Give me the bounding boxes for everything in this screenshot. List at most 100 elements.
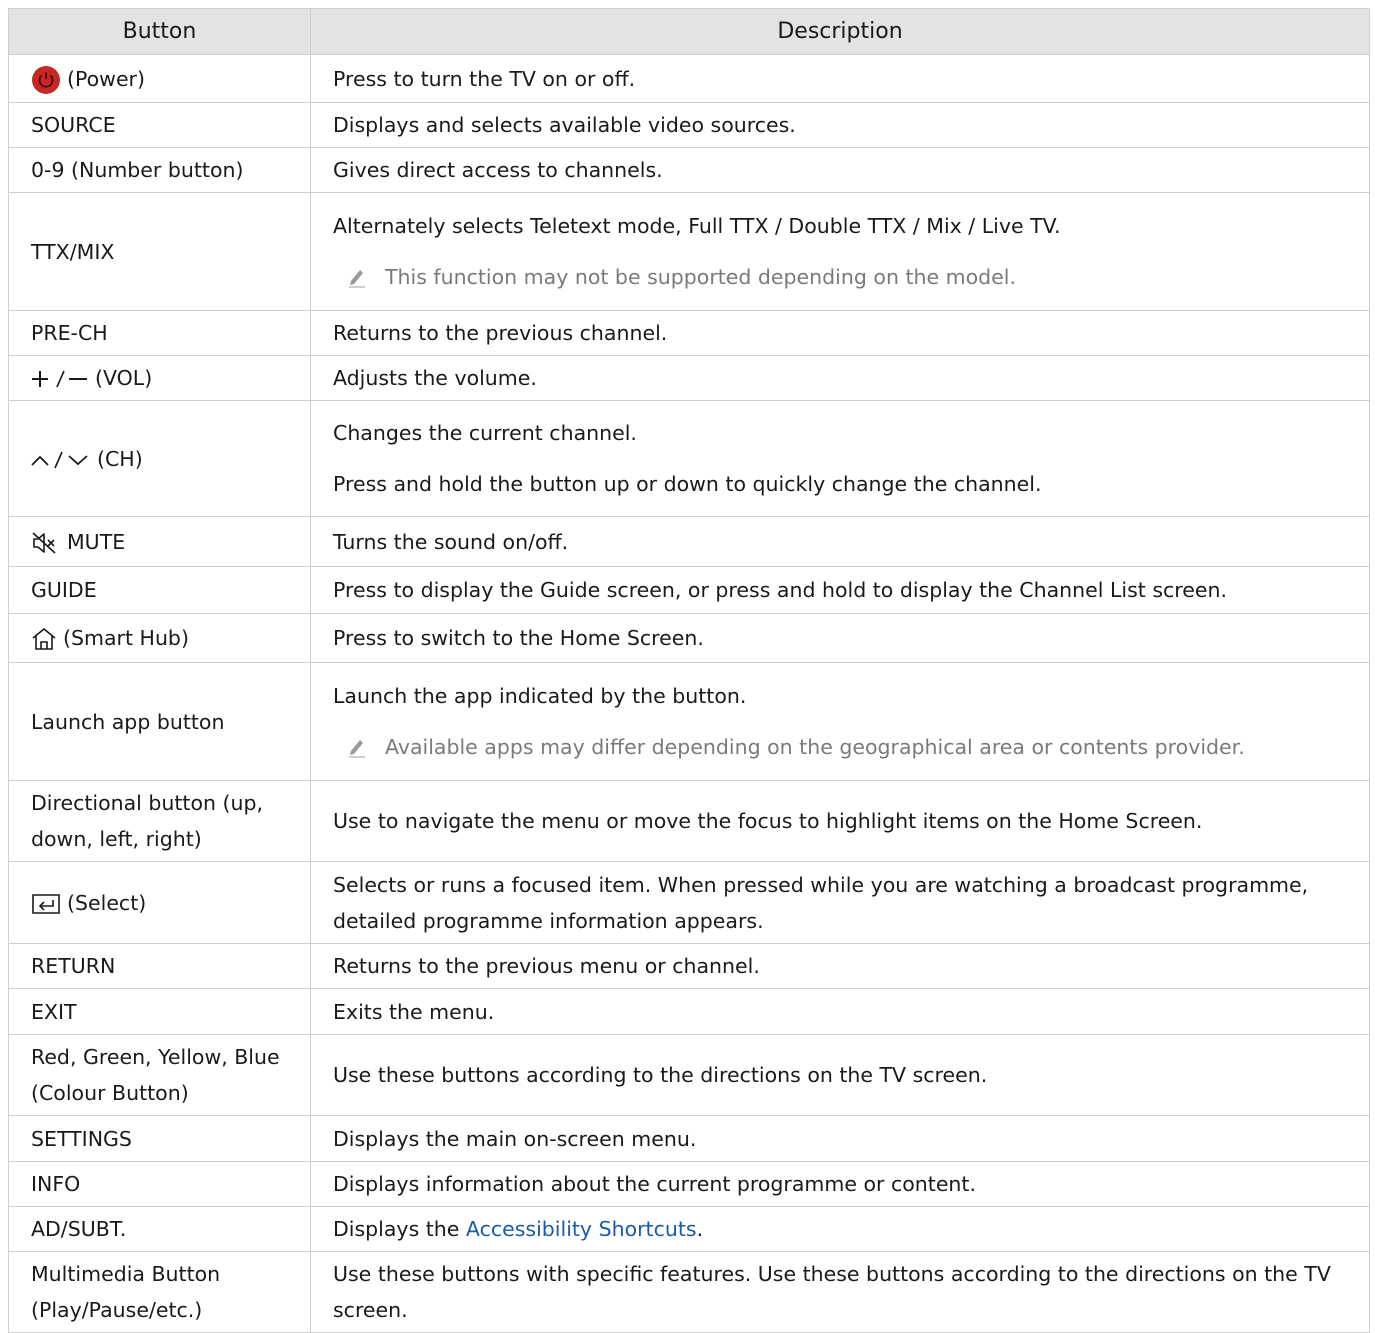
description-text: Gives direct access to channels.	[333, 158, 663, 182]
table-row: EXIT Exits the menu.	[8, 988, 1370, 1035]
button-cell: PRE-CH	[8, 310, 311, 356]
power-icon	[32, 65, 60, 94]
description-text: Press to turn the TV on or off.	[333, 66, 636, 91]
button-label: (VOL)	[95, 366, 153, 390]
description-cell: Alternately selects Teletext mode, Full …	[310, 192, 1370, 311]
description-cell: Adjusts the volume.	[310, 355, 1370, 401]
button-label: Multimedia Button (Play/Pause/etc.)	[31, 1262, 221, 1322]
description-cell: Gives direct access to channels.	[310, 147, 1370, 193]
description-cell: Selects or runs a focused item. When pre…	[310, 861, 1370, 944]
button-cell: (VOL)	[8, 355, 311, 401]
button-label: TTX/MIX	[31, 239, 115, 264]
description-text: Exits the menu.	[333, 999, 495, 1024]
description-text: Use these buttons according to the direc…	[333, 1063, 988, 1087]
button-label: INFO	[31, 1172, 81, 1196]
table-row: (CH) Changes the current channel. Press …	[8, 400, 1370, 517]
table-header-row: Button Description	[8, 8, 1370, 55]
description-prefix: Displays the	[333, 1217, 466, 1241]
table-row: PRE-CH Returns to the previous channel.	[8, 310, 1370, 356]
mute-icon	[32, 531, 56, 554]
button-cell: RETURN	[8, 943, 311, 989]
description-text: Selects or runs a focused item. When pre…	[333, 872, 1309, 933]
button-label: SOURCE	[31, 113, 116, 137]
table-row: SETTINGS Displays the main on-screen men…	[8, 1115, 1370, 1162]
button-label: Launch app button	[31, 709, 225, 734]
button-cell: (CH)	[8, 400, 311, 517]
table-row: GUIDE Press to display the Guide screen,…	[8, 566, 1370, 614]
button-cell: (Select)	[8, 861, 311, 944]
table-row: (VOL) Adjusts the volume.	[8, 355, 1370, 401]
button-cell: AD/SUBT.	[8, 1206, 311, 1252]
pencil-note-icon	[349, 270, 365, 288]
description-cell: Press to switch to the Home Screen.	[310, 613, 1370, 663]
button-label: Directional button (up, down, left, righ…	[31, 791, 264, 851]
button-cell: Red, Green, Yellow, Blue (Colour Button)	[8, 1034, 311, 1116]
description-cell: Press to turn the TV on or off.	[310, 54, 1370, 103]
button-label: (Power)	[67, 66, 145, 91]
description-text: Use to navigate the menu or move the foc…	[333, 809, 1203, 833]
description-text: Displays the main on-screen menu.	[333, 1126, 697, 1151]
button-label: AD/SUBT.	[31, 1217, 127, 1241]
description-text: Alternately selects Teletext mode, Full …	[333, 214, 1061, 238]
description-cell: Displays the main on-screen menu.	[310, 1115, 1370, 1162]
button-cell: Launch app button	[8, 662, 311, 781]
button-cell: GUIDE	[8, 566, 311, 614]
description-cell: Exits the menu.	[310, 988, 1370, 1035]
table-row: Multimedia Button (Play/Pause/etc.) Use …	[8, 1251, 1370, 1333]
accessibility-shortcuts-link[interactable]: Accessibility Shortcuts	[466, 1217, 697, 1241]
description-cell: Displays the Accessibility Shortcuts.	[310, 1206, 1370, 1252]
pencil-note-icon	[349, 740, 365, 758]
description-text: Press to display the Guide screen, or pr…	[333, 578, 1227, 602]
button-cell: EXIT	[8, 988, 311, 1035]
table-row: Launch app button Launch the app indicat…	[8, 662, 1370, 781]
description-cell: Returns to the previous channel.	[310, 310, 1370, 356]
button-cell: (Smart Hub)	[8, 613, 311, 663]
button-label: GUIDE	[31, 578, 97, 602]
home-icon	[32, 628, 56, 650]
description-text: Returns to the previous menu or channel.	[333, 954, 760, 978]
table-row: RETURN Returns to the previous menu or c…	[8, 943, 1370, 989]
description-cell: Displays information about the current p…	[310, 1161, 1370, 1207]
description-cell: Use these buttons according to the direc…	[310, 1034, 1370, 1116]
button-cell: TTX/MIX	[8, 192, 311, 311]
button-label: RETURN	[31, 954, 116, 978]
button-cell: Multimedia Button (Play/Pause/etc.)	[8, 1251, 311, 1333]
description-text: Adjusts the volume.	[333, 366, 537, 390]
plus-minus-icon	[32, 370, 87, 388]
button-cell: Directional button (up, down, left, righ…	[8, 780, 311, 862]
description-text: Returns to the previous channel.	[333, 321, 668, 345]
table-row: TTX/MIX Alternately selects Teletext mod…	[8, 192, 1370, 311]
description-text: Press to switch to the Home Screen.	[333, 626, 704, 650]
description-text: Press and hold the button up or down to …	[333, 472, 1042, 496]
description-cell: Use these buttons with specific features…	[310, 1251, 1370, 1333]
description-text: Use these buttons with specific features…	[333, 1262, 1331, 1322]
description-cell: Turns the sound on/off.	[310, 516, 1370, 567]
description-text: Displays the Accessibility Shortcuts.	[333, 1211, 1347, 1247]
description-suffix: .	[696, 1217, 704, 1241]
table-row: (Smart Hub) Press to switch to the Home …	[8, 613, 1370, 663]
button-label: PRE-CH	[31, 321, 108, 345]
description-text: Turns the sound on/off.	[333, 529, 569, 554]
table-row: AD/SUBT. Displays the Accessibility Shor…	[8, 1206, 1370, 1252]
button-cell: 0-9 (Number button)	[8, 147, 311, 193]
button-cell: MUTE	[8, 516, 311, 567]
button-label: Red, Green, Yellow, Blue (Colour Button)	[31, 1045, 280, 1105]
note: This function may not be supported depen…	[333, 259, 1347, 295]
description-cell: Returns to the previous menu or channel.	[310, 943, 1370, 989]
select-icon	[32, 893, 60, 914]
description-text: Launch the app indicated by the button.	[333, 684, 747, 708]
table-row: 0-9 (Number button) Gives direct access …	[8, 147, 1370, 193]
button-label: SETTINGS	[31, 1126, 132, 1151]
description-text: Changes the current channel.	[333, 421, 637, 445]
button-cell: (Power)	[8, 54, 311, 103]
table-row: MUTE Turns the sound on/off.	[8, 516, 1370, 567]
button-label: (Smart Hub)	[63, 626, 189, 650]
table-row: Red, Green, Yellow, Blue (Colour Button)…	[8, 1034, 1370, 1116]
button-label: (Select)	[67, 890, 147, 915]
description-text: Displays information about the current p…	[333, 1172, 976, 1196]
table-row: (Power) Press to turn the TV on or off.	[8, 54, 1370, 103]
remote-buttons-table: Button Description (Power) Press to turn…	[8, 8, 1370, 1333]
table-row: (Select) Selects or runs a focused item.…	[8, 861, 1370, 944]
table-row: Directional button (up, down, left, righ…	[8, 780, 1370, 862]
description-cell: Launch the app indicated by the button. …	[310, 662, 1370, 781]
